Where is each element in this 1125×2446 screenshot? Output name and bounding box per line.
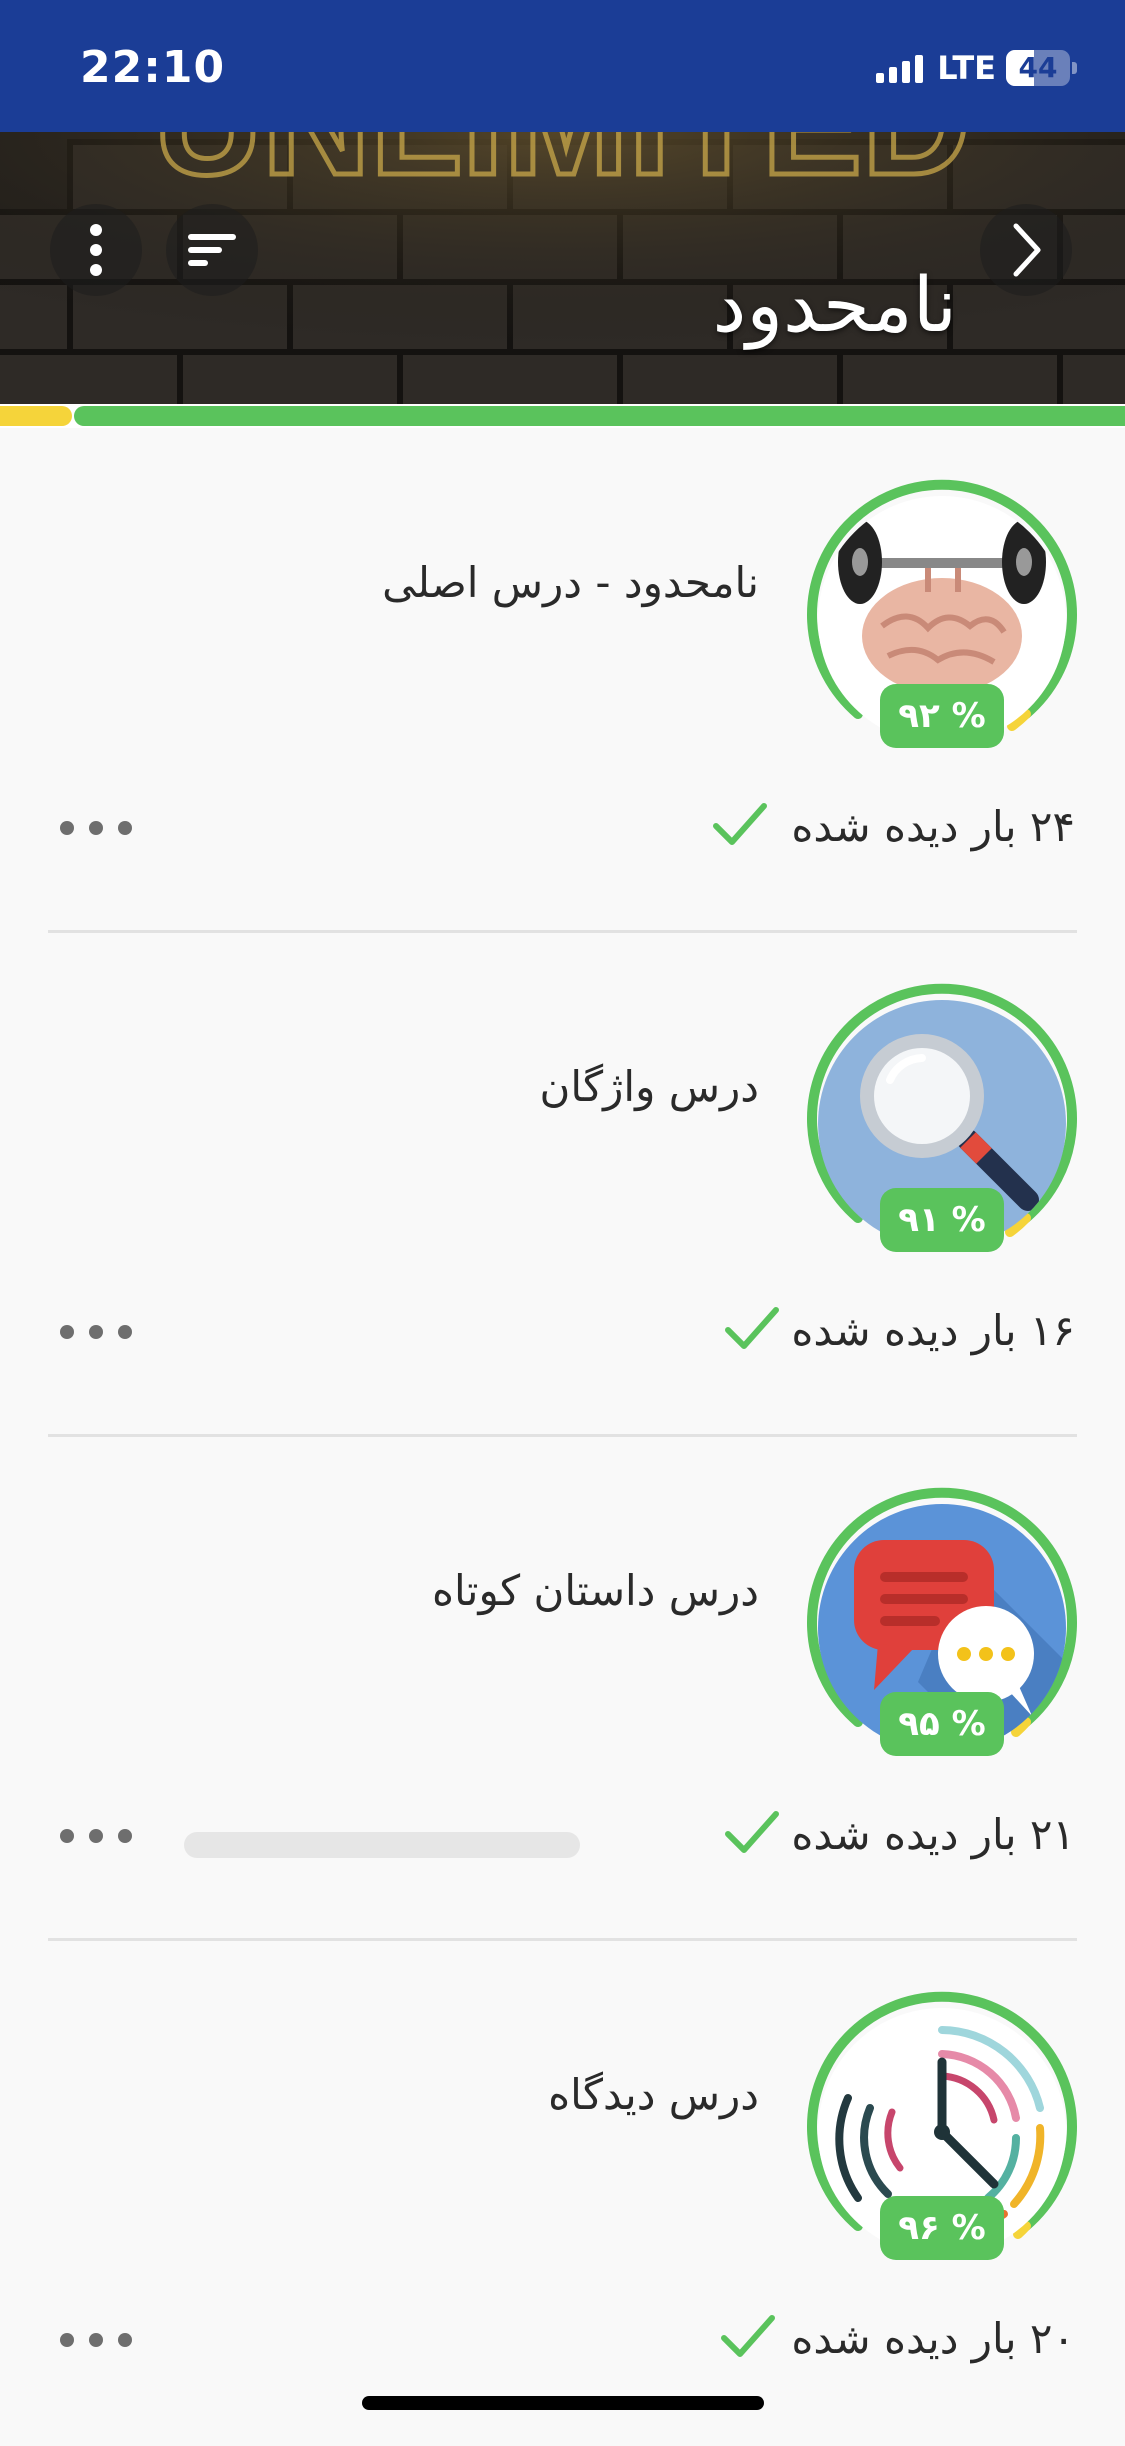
lesson-title[interactable]: درس واژگان (540, 1062, 759, 1111)
lesson-thumbnail[interactable]: % ۹۲ (800, 478, 1084, 762)
network-type: LTE (937, 49, 996, 87)
sort-icon (188, 234, 236, 266)
status-indicators: LTE 44 (876, 44, 1077, 92)
list-item: % ۹۵ درس داستان کوتاه ۲۱ بار دیده شده (0, 1438, 1125, 1942)
page-title: نامحدود (712, 260, 957, 349)
more-button[interactable] (60, 2322, 132, 2358)
lesson-title[interactable]: نامحدود - درس اصلی (382, 558, 759, 607)
percent-badge: % ۹۱ (880, 1188, 1004, 1252)
more-options-button[interactable] (50, 204, 142, 296)
views-count: ۲۴ بار دیده شده (791, 802, 1075, 851)
divider (48, 1938, 1077, 1941)
divider (48, 930, 1077, 933)
signal-icon (876, 53, 924, 83)
list-item: % ۹۲ نامحدود - درس اصلی ۲۴ بار دیده شده (0, 430, 1125, 934)
list-item: % ۹۶ درس دیدگاه ۲۰ بار دیده شده (0, 1942, 1125, 2446)
more-button[interactable] (60, 1314, 132, 1350)
battery-level: 44 (1018, 51, 1058, 84)
chevron-right-icon (1013, 223, 1041, 277)
sort-button[interactable] (166, 204, 258, 296)
status-time: 22:10 (80, 42, 226, 93)
views-count: ۱۶ بار دیده شده (791, 1306, 1075, 1355)
lesson-title[interactable]: درس داستان کوتاه (432, 1566, 759, 1615)
vertical-dots-icon (90, 224, 102, 276)
neon-sign-text: UNLIMITED (154, 132, 971, 206)
views-count: ۲۰ بار دیده شده (791, 2314, 1075, 2363)
check-icon (725, 1307, 779, 1349)
lesson-title[interactable]: درس دیدگاه (548, 2070, 759, 2119)
check-icon (713, 803, 767, 845)
percent-badge: % ۹۲ (880, 684, 1004, 748)
loading-bar (184, 1832, 580, 1858)
header-banner: UNLIMITED نامحدود (0, 132, 1125, 404)
check-icon (725, 1811, 779, 1853)
list-item: % ۹۱ درس واژگان ۱۶ بار دیده شده (0, 934, 1125, 1438)
back-button[interactable] (980, 204, 1072, 296)
status-bar: 22:10 LTE 44 (0, 0, 1125, 132)
lesson-thumbnail[interactable]: % ۹۶ (800, 1990, 1084, 2274)
battery-icon: 44 (1006, 50, 1077, 86)
lesson-thumbnail[interactable]: % ۹۵ (800, 1486, 1084, 1770)
views-count: ۲۱ بار دیده شده (791, 1810, 1075, 1859)
more-button[interactable] (60, 1818, 132, 1854)
percent-badge: % ۹۶ (880, 2196, 1004, 2260)
progress-segment-yellow (0, 406, 72, 426)
more-button[interactable] (60, 810, 132, 846)
lesson-thumbnail[interactable]: % ۹۱ (800, 982, 1084, 1266)
check-icon (721, 2315, 775, 2357)
divider (48, 1434, 1077, 1437)
progress-segment-green (74, 406, 1125, 426)
overall-progress-bar (0, 404, 1125, 428)
home-indicator[interactable] (362, 2396, 764, 2410)
percent-badge: % ۹۵ (880, 1692, 1004, 1756)
